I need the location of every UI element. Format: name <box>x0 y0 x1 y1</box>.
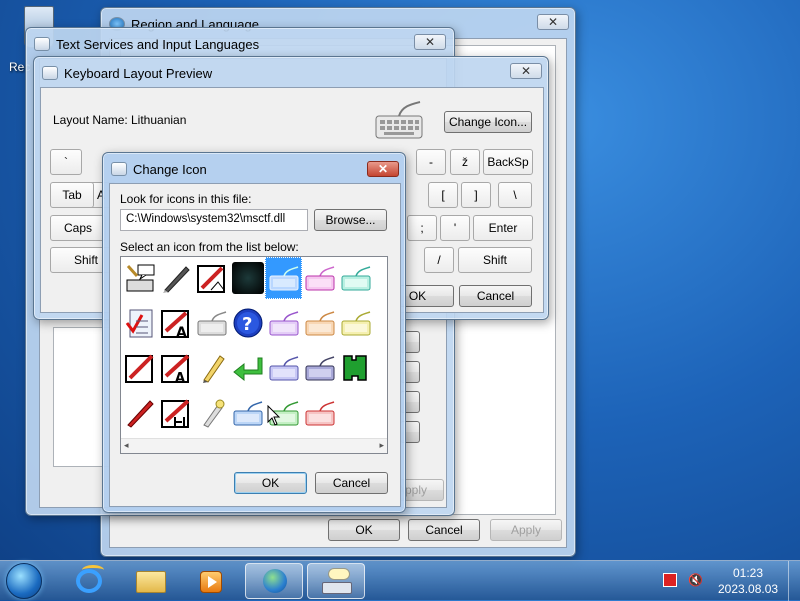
pencil-icon[interactable] <box>196 352 228 384</box>
key-backtick: ` <box>50 149 82 175</box>
key-semicolon: ; <box>407 215 437 241</box>
keyboard-dark-purple-icon[interactable] <box>304 352 336 384</box>
key-enter: Enter <box>473 215 533 241</box>
pen-pad-a-icon[interactable]: A <box>160 352 192 384</box>
pen-icon[interactable] <box>160 262 192 294</box>
pencil-eraser-icon[interactable] <box>196 397 228 429</box>
ok-button[interactable]: OK <box>328 519 400 541</box>
keyboard-red-icon[interactable] <box>304 397 336 429</box>
media-player-icon[interactable] <box>182 563 240 599</box>
svg-text:A: A <box>176 325 187 339</box>
key-bracket-left: [ <box>428 182 458 208</box>
keyboard-icon <box>34 37 50 51</box>
change-icon-client: Look for icons in this file: C:\Windows\… <box>109 183 401 507</box>
keyboard-icon <box>42 66 58 80</box>
keyboard-teal-icon[interactable] <box>340 262 372 294</box>
horizontal-scrollbar[interactable]: ◂ ▸ <box>121 438 387 453</box>
scroll-left-icon[interactable]: ◂ <box>124 440 129 451</box>
start-orb-icon[interactable] <box>6 563 42 599</box>
red-pen-icon[interactable] <box>124 397 156 429</box>
close-button[interactable]: ✕ <box>367 161 399 177</box>
key-backspace: BackSp <box>483 149 533 175</box>
file-path-field[interactable]: C:\Windows\system32\msctf.dll <box>120 209 308 231</box>
explorer-folder-icon[interactable] <box>122 563 180 599</box>
change-icon-button[interactable]: Change Icon... <box>444 111 532 133</box>
key-tab: Tab <box>50 182 94 208</box>
keyboard-blue-icon[interactable] <box>268 262 300 294</box>
window-title: Text Services and Input Languages <box>56 36 260 52</box>
key-quote: ' <box>440 215 470 241</box>
svg-text:?: ? <box>242 314 252 335</box>
window-title: Keyboard Layout Preview <box>64 65 213 81</box>
icon-list[interactable]: A ? A ◂ ▸ <box>120 256 388 454</box>
scroll-right-icon[interactable]: ▸ <box>379 440 384 451</box>
key-caps: Caps <box>50 215 106 241</box>
dialog-title: Change Icon <box>133 161 207 177</box>
network-icon[interactable] <box>663 573 677 587</box>
black-square-icon[interactable] <box>232 262 264 294</box>
green-arrow-icon[interactable] <box>232 352 264 384</box>
mouse-cursor-icon <box>267 405 281 426</box>
checklist-icon[interactable] <box>124 307 156 339</box>
keyboard-icon <box>111 162 127 176</box>
look-for-label: Look for icons in this file: <box>120 192 252 206</box>
key-slash: / <box>424 247 454 273</box>
keyboard-yellow-icon[interactable] <box>340 307 372 339</box>
key-shift-right: Shift <box>458 247 532 273</box>
svg-text:A: A <box>175 371 185 384</box>
key-z-caron: ž <box>450 149 480 175</box>
keyboard-purple-icon[interactable] <box>268 307 300 339</box>
volume-muted-icon[interactable]: 🔇 <box>688 573 703 587</box>
ok-button[interactable]: OK <box>234 472 307 494</box>
clock-time[interactable]: 01:23 <box>733 566 763 580</box>
keyboard-gray-icon[interactable] <box>196 307 228 339</box>
close-button[interactable]: ✕ <box>510 63 542 79</box>
apply-button[interactable]: Apply <box>490 519 562 541</box>
handwriting-jp-icon[interactable] <box>160 397 192 429</box>
region-globe-icon[interactable] <box>245 563 303 599</box>
keyboard-orange-icon[interactable] <box>304 307 336 339</box>
handwriting-a-icon[interactable]: A <box>160 307 192 339</box>
keyboard-blue2-icon[interactable] <box>232 397 264 429</box>
cancel-button[interactable]: Cancel <box>459 285 532 307</box>
clock-date[interactable]: 2023.08.03 <box>718 582 778 596</box>
internet-explorer-icon[interactable] <box>60 563 118 599</box>
browse-button[interactable]: Browse... <box>314 209 387 231</box>
pen-pad-icon[interactable] <box>124 352 156 384</box>
keyboard-large-icon <box>375 101 423 139</box>
handwriting-pad-icon[interactable] <box>196 262 228 294</box>
keyboard-speech-icon[interactable] <box>124 262 156 294</box>
close-button[interactable]: ✕ <box>414 34 446 50</box>
keyboard-violet-icon[interactable] <box>268 352 300 384</box>
taskbar: 🔇 01:23 2023.08.03 <box>0 560 800 601</box>
cancel-button[interactable]: Cancel <box>315 472 388 494</box>
help-icon[interactable]: ? <box>232 307 264 339</box>
change-icon-dialog: Change Icon ✕ Look for icons in this fil… <box>102 152 406 513</box>
key-bracket-right: ] <box>461 182 491 208</box>
show-desktop-button[interactable] <box>788 561 800 601</box>
keyboard-magenta-icon[interactable] <box>304 262 336 294</box>
select-icon-label: Select an icon from the list below: <box>120 240 299 254</box>
layout-name-value: Lithuanian <box>131 113 187 127</box>
layout-name-label: Layout Name: <box>53 113 128 127</box>
green-puzzle-icon[interactable] <box>340 352 372 384</box>
close-button[interactable]: ✕ <box>537 14 569 30</box>
key-minus: - <box>416 149 446 175</box>
cancel-button[interactable]: Cancel <box>408 519 480 541</box>
keyboard-icon[interactable] <box>307 563 365 599</box>
key-backslash: \ <box>498 182 532 208</box>
